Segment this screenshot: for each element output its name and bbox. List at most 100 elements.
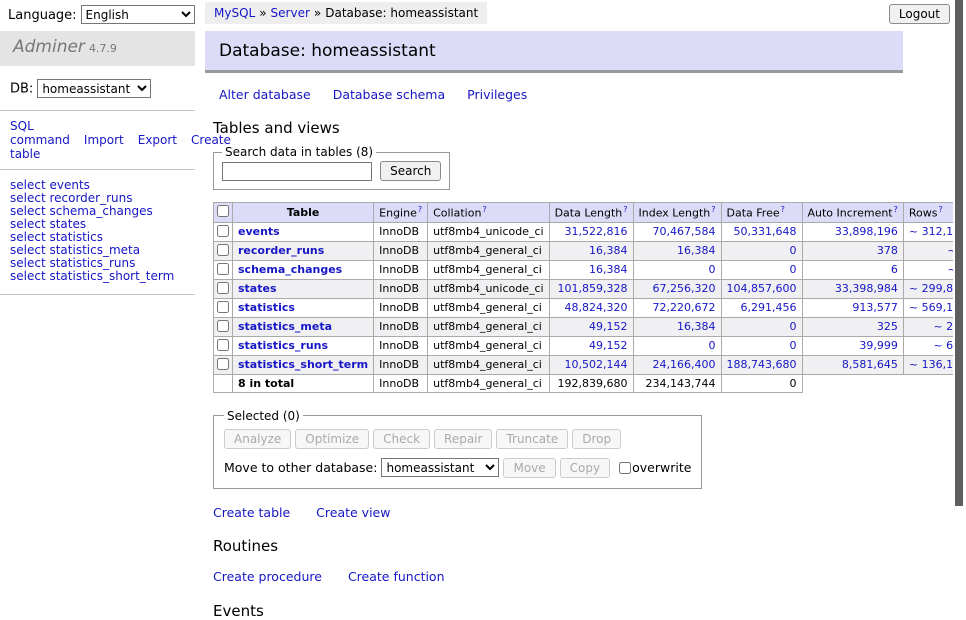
link-database-schema[interactable]: Database schema [333,87,445,102]
data-length-cell: 31,522,816 [549,222,633,241]
help-link[interactable]: ? [711,205,715,214]
sidebar-select-statistics-short-term[interactable]: select statistics_short_term [10,270,185,283]
data-free-cell: 6,291,456 [721,298,802,317]
totals-index-length: 234,143,744 [633,374,721,392]
totals-data-free: 0 [721,374,802,392]
table-name-cell: statistics_meta [233,317,374,336]
button-truncate[interactable]: Truncate [496,429,568,449]
scrollbar-thumb[interactable] [955,0,963,506]
data-length-cell: 48,824,320 [549,298,633,317]
data-free-cell: 0 [721,317,802,336]
sidebar-actions: SQL commandImportExportCreate table [0,111,195,170]
search-fieldset: Search data in tables (8) Search [213,145,450,190]
column-header-data-free: Data Free? [721,203,802,223]
index-length-cell: 67,256,320 [633,279,721,298]
auto-increment-cell: 913,577 [802,298,903,317]
link-create-function[interactable]: Create function [348,569,445,584]
table-name-cell: schema_changes [233,260,374,279]
column-header-engine: Engine? [374,203,428,223]
help-link[interactable]: ? [781,205,785,214]
db-links: Alter database Database schema Privileges [219,87,903,102]
help-link[interactable]: ? [938,205,942,214]
row-checkbox[interactable] [217,301,229,313]
button-drop[interactable]: Drop [572,429,621,449]
button-analyze[interactable]: Analyze [224,429,291,449]
link-privileges[interactable]: Privileges [467,87,527,102]
selected-legend: Selected (0) [224,409,303,423]
sidebar-link-export[interactable]: Export [138,133,177,147]
search-button[interactable]: Search [380,161,441,181]
collation-cell: utf8mb4_unicode_ci [428,279,549,298]
select-all-checkbox[interactable] [217,205,229,217]
row-checkbox[interactable] [217,225,229,237]
table-link-statistics_short_term[interactable]: statistics_short_term [238,358,368,371]
tables-body: eventsInnoDButf8mb4_unicode_ci31,522,816… [214,222,966,392]
row-checkbox[interactable] [217,339,229,351]
table-link-events[interactable]: events [238,225,280,238]
engine-cell: InnoDB [374,241,428,260]
row-checkbox[interactable] [217,358,229,370]
sidebar-link-import[interactable]: Import [84,133,124,147]
link-create-procedure[interactable]: Create procedure [213,569,322,584]
overwrite-checkbox[interactable] [619,462,631,474]
index-length-cell: 16,384 [633,317,721,336]
logout-button[interactable]: Logout [889,4,950,24]
copy-button[interactable]: Copy [560,458,610,478]
table-name-cell: states [233,279,374,298]
link-create-table[interactable]: Create table [213,505,290,520]
help-link[interactable]: ? [482,205,486,214]
link-create-view[interactable]: Create view [316,505,390,520]
table-name-cell: statistics [233,298,374,317]
scrollbar-track[interactable] [953,0,966,543]
row-check-cell [214,279,233,298]
sidebar-table-links: select eventsselect recorder_runsselect … [0,170,195,295]
breadcrumb-link-server[interactable]: Server [271,6,310,20]
index-length-cell: 0 [633,336,721,355]
row-checkbox[interactable] [217,320,229,332]
table-link-recorder_runs[interactable]: recorder_runs [238,244,324,257]
table-link-statistics[interactable]: statistics [238,301,295,314]
button-repair[interactable]: Repair [434,429,492,449]
auto-increment-cell: 378 [802,241,903,260]
search-input[interactable] [222,162,372,181]
engine-cell: InnoDB [374,317,428,336]
totals-engine: InnoDB [374,374,428,392]
selected-fieldset: Selected (0) AnalyzeOptimizeCheckRepairT… [213,409,702,489]
table-name-cell: statistics_short_term [233,355,374,374]
sidebar-link-sql-command[interactable]: SQL command [10,119,70,147]
index-length-cell: 16,384 [633,241,721,260]
link-alter-database[interactable]: Alter database [219,87,311,102]
totals-label: 8 in total [233,374,374,392]
row-check-cell [214,260,233,279]
data-length-cell: 10,502,144 [549,355,633,374]
button-check[interactable]: Check [373,429,430,449]
collation-cell: utf8mb4_general_ci [428,298,549,317]
breadcrumb-separator: » [259,6,266,20]
data-free-cell: 104,857,600 [721,279,802,298]
breadcrumb-link-mysql[interactable]: MySQL [214,6,255,20]
table-link-statistics_runs[interactable]: statistics_runs [238,339,328,352]
move-db-select[interactable]: homeassistant [381,458,499,477]
help-link[interactable]: ? [418,205,422,214]
row-check-cell [214,241,233,260]
row-checkbox[interactable] [217,244,229,256]
button-optimize[interactable]: Optimize [295,429,369,449]
data-free-cell: 0 [721,241,802,260]
table-link-states[interactable]: states [238,282,277,295]
row-checkbox[interactable] [217,263,229,275]
help-link[interactable]: ? [623,205,627,214]
table-link-schema_changes[interactable]: schema_changes [238,263,342,276]
move-button[interactable]: Move [503,458,555,478]
totals-collation: utf8mb4_general_ci [428,374,549,392]
app-name[interactable]: Adminer [13,37,85,57]
table-row-statistics_runs: statistics_runsInnoDButf8mb4_general_ci4… [214,336,966,355]
table-link-statistics_meta[interactable]: statistics_meta [238,320,332,333]
data-length-cell: 16,384 [549,260,633,279]
auto-increment-cell: 33,398,984 [802,279,903,298]
help-link[interactable]: ? [894,205,898,214]
create-links: Create table Create view [213,505,903,520]
row-checkbox[interactable] [217,282,229,294]
db-select[interactable]: homeassistant [37,79,151,98]
table-row-statistics_meta: statistics_metaInnoDButf8mb4_general_ci4… [214,317,966,336]
collation-cell: utf8mb4_unicode_ci [428,222,549,241]
